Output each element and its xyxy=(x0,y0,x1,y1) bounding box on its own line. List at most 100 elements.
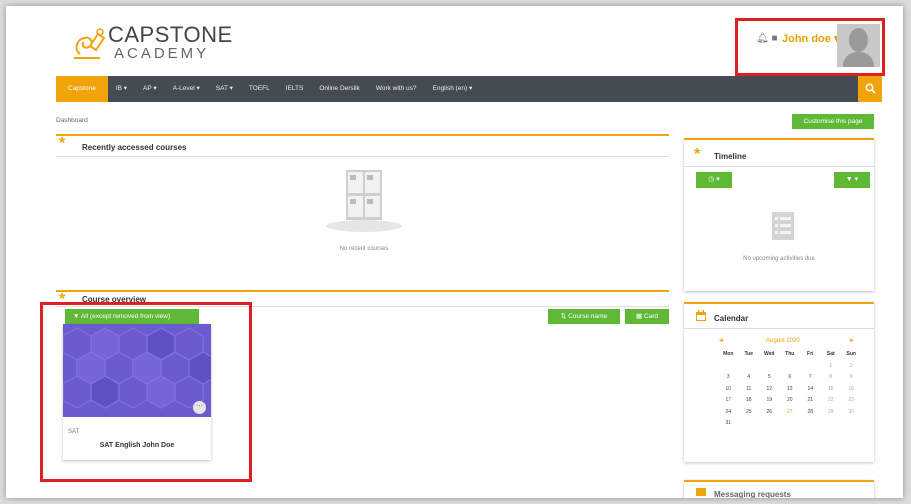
calendar-day[interactable]: 6 xyxy=(780,372,801,384)
calendar-day[interactable]: 9 xyxy=(841,372,862,384)
divider xyxy=(684,328,874,329)
nav-item-online-derslik[interactable]: Online Derslik xyxy=(311,76,367,102)
calendar-day[interactable]: 10 xyxy=(718,384,739,396)
calendar-weekday: Mon xyxy=(723,351,734,357)
no-recent-courses-text: No recent courses xyxy=(339,246,389,252)
calendar-weekday: Wed xyxy=(764,351,775,357)
sort-course-name-button[interactable]: ⇅ Course name xyxy=(548,309,620,324)
calendar-week-row: 17 18 19 20 21 22 23 xyxy=(718,395,862,407)
calendar-day[interactable]: 2 xyxy=(841,361,862,373)
breadcrumb[interactable]: Dashboard xyxy=(56,117,88,124)
nav-item-language[interactable]: English (en) ▾ xyxy=(425,76,481,102)
calendar-day xyxy=(780,418,801,430)
sort-icon: ⇅ xyxy=(560,313,567,320)
calendar-day[interactable]: 11 xyxy=(739,384,760,396)
calendar-day[interactable]: 31 xyxy=(718,418,739,430)
user-menu-highlight: 🔔︎ ■ John doe ▾ xyxy=(735,18,885,76)
no-activities-text: No upcoming activities due xyxy=(743,256,815,262)
calendar-day[interactable]: 8 xyxy=(821,372,842,384)
chat-icon[interactable]: ■ xyxy=(771,33,777,44)
overview-section-bar xyxy=(56,290,669,292)
calendar-day[interactable]: 29 xyxy=(821,407,842,419)
logo[interactable]: CAPSTONE ACADEMY xyxy=(70,24,233,64)
next-month-icon[interactable]: ► xyxy=(849,338,855,344)
nav-item-ap[interactable]: AP ▾ xyxy=(135,76,165,102)
calendar-day[interactable]: 5 xyxy=(759,372,780,384)
calendar-day[interactable]: 24 xyxy=(718,407,739,419)
nav-item-capstone[interactable]: Capstone xyxy=(56,76,108,102)
calendar-week-row: 12 xyxy=(718,361,862,373)
recent-section-bar xyxy=(56,134,669,136)
calendar-day[interactable]: 7 xyxy=(800,372,821,384)
logo-mark-icon xyxy=(74,28,106,59)
divider xyxy=(684,166,874,167)
calendar-week-row: 10 11 12 13 14 15 16 xyxy=(718,384,862,396)
calendar-day xyxy=(739,418,760,430)
user-name-menu[interactable]: John doe ▾ xyxy=(782,32,839,45)
calendar-day[interactable]: 15 xyxy=(821,384,842,396)
calendar-weekday: Thu xyxy=(785,351,795,357)
calendar-day[interactable]: 12 xyxy=(759,384,780,396)
view-card-button[interactable]: ▦ Card xyxy=(625,309,669,324)
timeline-filter-dropdown[interactable]: ▼ ▾ xyxy=(834,172,870,188)
nav-item-ib[interactable]: IB ▾ xyxy=(108,76,135,102)
main-navbar: Capstone IB ▾ AP ▾ A-Level ▾ SAT ▾ TOEFL… xyxy=(56,76,882,102)
timeline-sort-dropdown[interactable]: ◷ ▾ xyxy=(696,172,732,188)
nav-item-sat[interactable]: SAT ▾ xyxy=(208,76,241,102)
nav-item-ielts[interactable]: IELTS xyxy=(278,76,312,102)
calendar-day[interactable]: 21 xyxy=(800,395,821,407)
calendar-weekday: Sun xyxy=(846,351,856,357)
messaging-requests-title: Messaging requests xyxy=(714,490,791,498)
calendar-day[interactable]: 18 xyxy=(739,395,760,407)
filter-icon: ▼ ▾ xyxy=(845,176,859,183)
calendar-day[interactable]: 28 xyxy=(800,407,821,419)
calendar-weekday: Sat xyxy=(826,351,835,357)
calendar-day xyxy=(821,418,842,430)
empty-courses-icon xyxy=(326,170,402,232)
calendar-icon xyxy=(696,310,706,321)
calendar-day xyxy=(780,361,801,373)
calendar-day[interactable]: 19 xyxy=(759,395,780,407)
prev-month-icon[interactable]: ◄ xyxy=(718,338,724,344)
calendar-day xyxy=(841,418,862,430)
calendar-day[interactable]: 3 xyxy=(718,372,739,384)
message-icon xyxy=(696,488,706,496)
notification-icons: 🔔︎ ■ xyxy=(756,33,778,44)
nav-item-work-with-us[interactable]: Work with us? xyxy=(368,76,425,102)
calendar-day[interactable]: 25 xyxy=(739,407,760,419)
nav-item-toefl[interactable]: TOEFL xyxy=(241,76,278,102)
calendar-day[interactable]: 27 xyxy=(780,407,801,419)
asterisk-icon: * xyxy=(694,146,701,163)
calendar-day[interactable]: 20 xyxy=(780,395,801,407)
recent-courses-title: Recently accessed courses xyxy=(82,143,187,152)
calendar-day[interactable]: 26 xyxy=(759,407,780,419)
calendar-day[interactable]: 16 xyxy=(841,384,862,396)
customise-page-button[interactable]: Customise this page xyxy=(792,114,874,129)
calendar-day[interactable]: 17 xyxy=(718,395,739,407)
calendar-month: August 2020 xyxy=(766,338,800,344)
search-button[interactable] xyxy=(858,76,882,102)
calendar-week-row: 3456789 xyxy=(718,372,862,384)
calendar-day[interactable]: 14 xyxy=(800,384,821,396)
bell-icon[interactable]: 🔔︎ xyxy=(756,33,769,44)
timeline-title: Timeline xyxy=(714,152,747,161)
calendar-day[interactable]: 30 xyxy=(841,407,862,419)
calendar-day[interactable]: 22 xyxy=(821,395,842,407)
calendar-day[interactable]: 23 xyxy=(841,395,862,407)
calendar-week-row: 24 25 26 27 28 29 30 xyxy=(718,407,862,419)
calendar-day[interactable]: 13 xyxy=(780,384,801,396)
calendar-day xyxy=(800,418,821,430)
calendar-day[interactable]: 1 xyxy=(821,361,842,373)
divider xyxy=(56,156,669,157)
view-label: Card xyxy=(643,313,659,320)
calendar-title: Calendar xyxy=(714,314,749,323)
nav-item-a-level[interactable]: A-Level ▾ xyxy=(165,76,208,102)
calendar-day[interactable]: 4 xyxy=(739,372,760,384)
empty-timeline-icon xyxy=(772,212,794,240)
calendar-day xyxy=(718,361,739,373)
calendar-day xyxy=(739,361,760,373)
logo-title: CAPSTONE xyxy=(108,22,233,47)
logo-subtitle: ACADEMY xyxy=(114,45,210,62)
avatar[interactable] xyxy=(837,24,880,67)
calendar-grid: Mon Tue Wed Thu Fri Sat Sun 1 2 3 4 5 6 7 8 9 10 11 12 13 14… xyxy=(718,349,862,430)
